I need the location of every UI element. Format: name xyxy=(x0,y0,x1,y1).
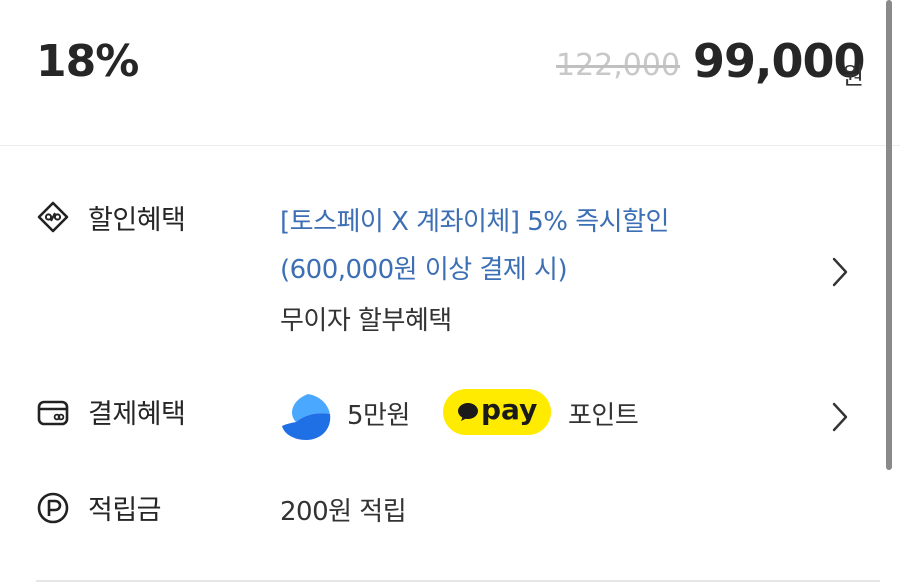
price-bar: 18% 122,000 99,000 원 xyxy=(0,0,900,145)
toss-promo-condition[interactable]: (600,000원 이상 결제 시) xyxy=(280,249,568,286)
discount-rate: 18% xyxy=(36,36,139,87)
toss-pay-logo-icon xyxy=(282,394,331,440)
kakao-point-text: 포인트 xyxy=(568,401,639,431)
sale-price: 99,000 xyxy=(693,34,866,88)
original-price: 122,000 xyxy=(556,48,681,83)
discount-tag-icon xyxy=(37,201,69,233)
kakao-pay-label: pay xyxy=(481,393,538,426)
currency-unit: 원 xyxy=(842,62,865,90)
toss-benefit-amount: 5만원 xyxy=(347,401,410,431)
toss-promo-link[interactable]: [토스페이 X 계좌이체] 5% 즉시할인 xyxy=(280,201,669,238)
card-icon xyxy=(37,400,69,426)
divider xyxy=(0,145,900,146)
kakao-pay-badge: pay xyxy=(443,389,551,435)
scrollbar[interactable] xyxy=(886,0,892,470)
chevron-right-icon[interactable] xyxy=(826,253,854,291)
divider xyxy=(36,580,880,582)
reward-value: 200원 적립 xyxy=(280,497,407,527)
chevron-right-icon[interactable] xyxy=(826,398,854,436)
installment-benefit: 무이자 할부혜택 xyxy=(280,306,452,336)
payment-benefit-label: 결제혜택 xyxy=(88,399,186,430)
discount-benefit-label: 할인혜택 xyxy=(88,205,186,236)
reward-label: 적립금 xyxy=(88,495,162,526)
speech-bubble-icon xyxy=(458,403,478,421)
point-p-icon xyxy=(37,492,69,524)
